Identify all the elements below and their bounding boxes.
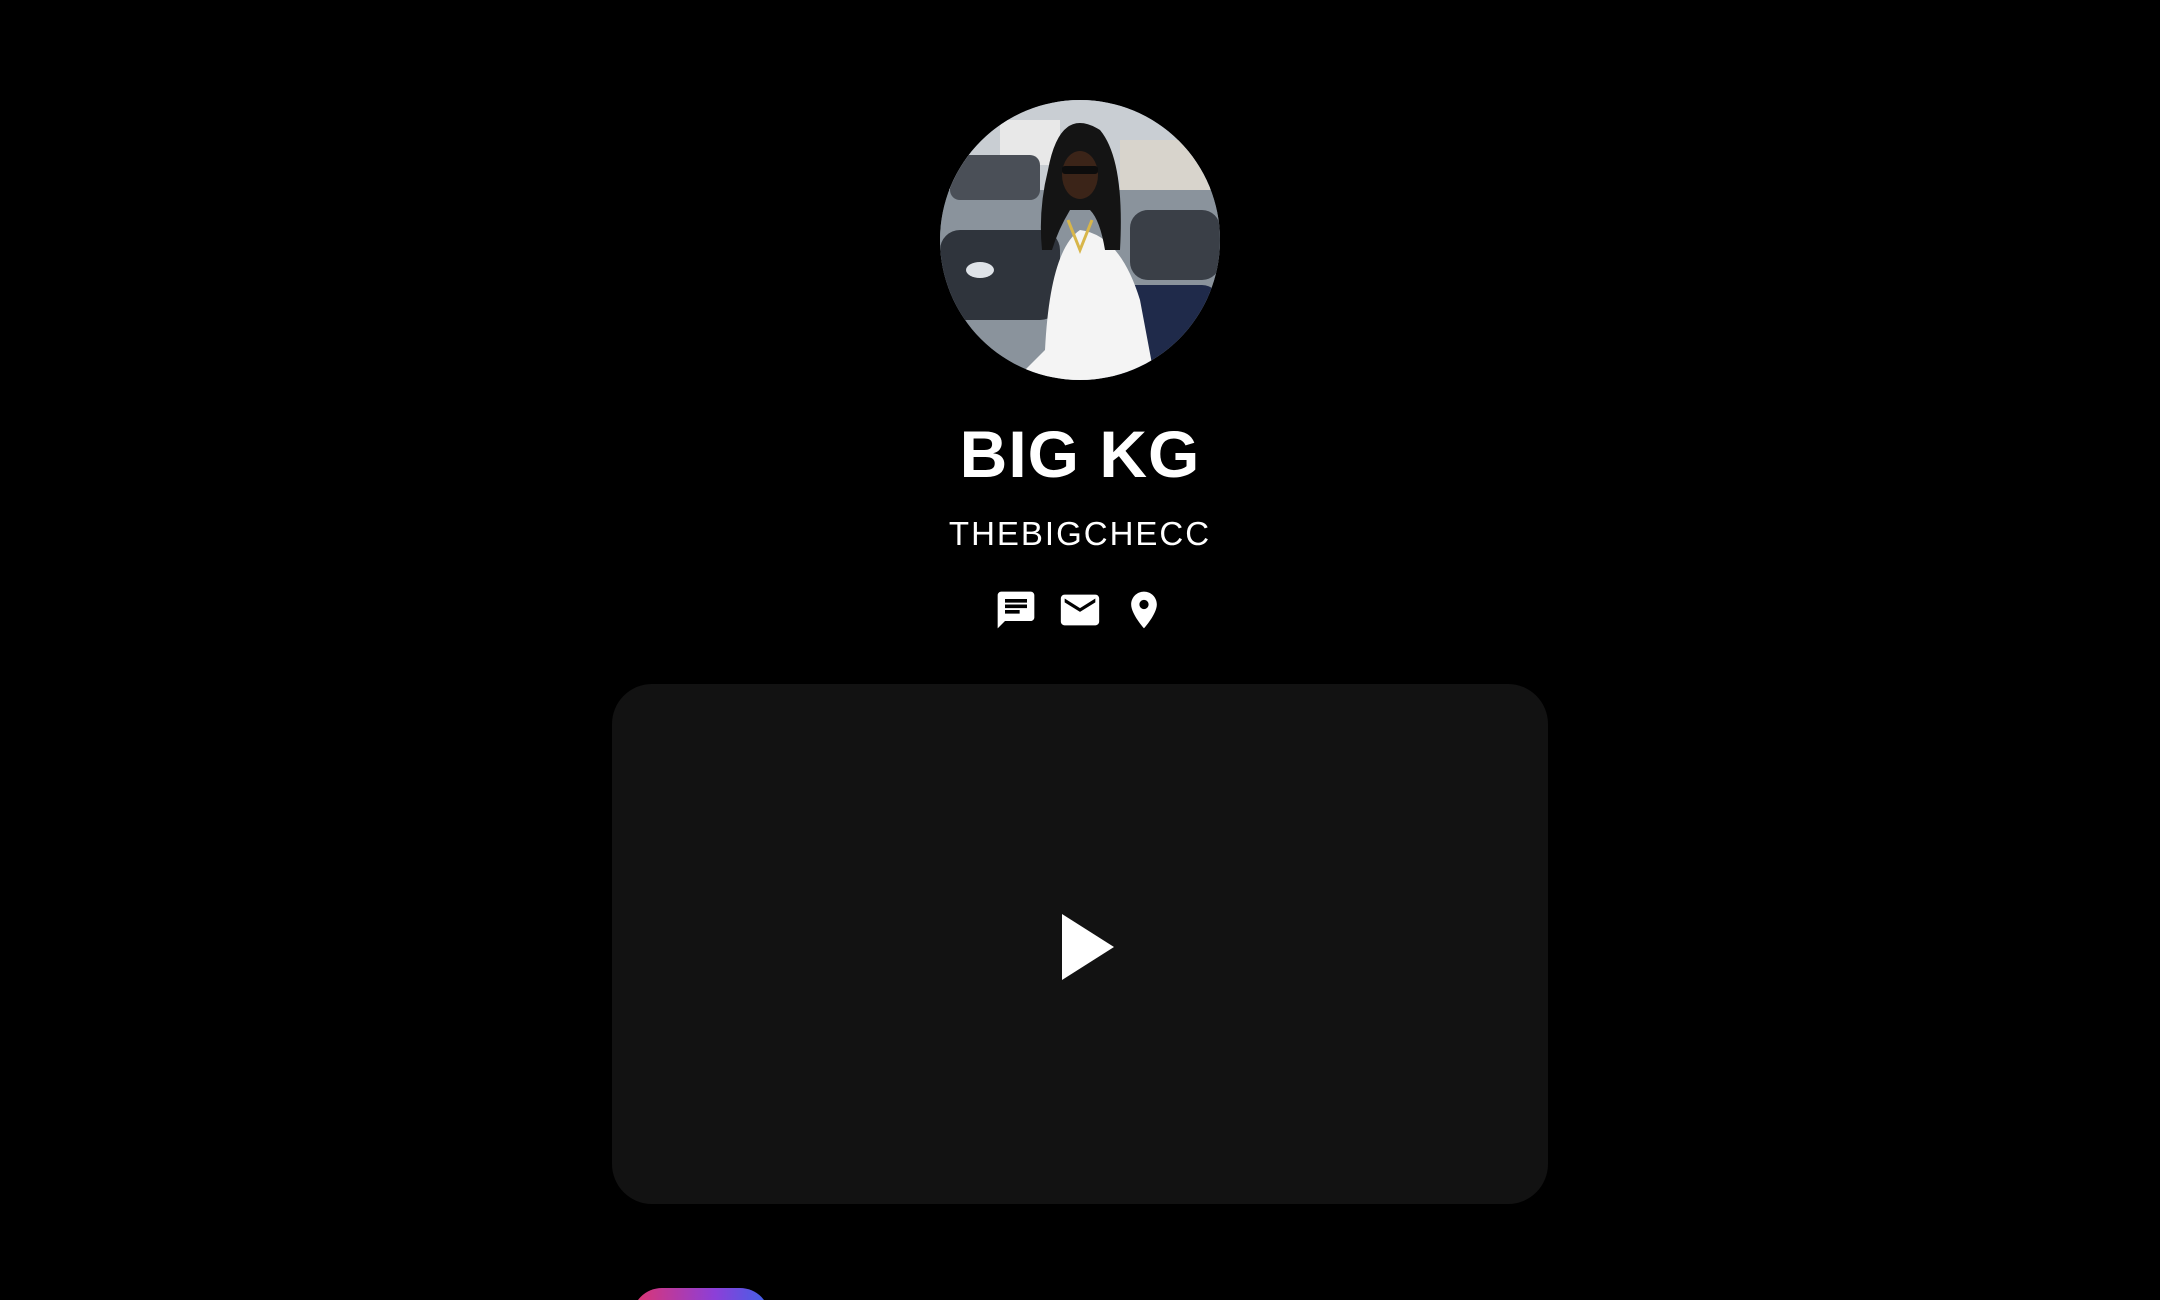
email-icon[interactable] bbox=[1054, 584, 1106, 636]
profile-page: BIG KG THEBIGCHECC bbox=[0, 0, 2160, 1300]
avatar bbox=[940, 100, 1220, 380]
display-name: BIG KG bbox=[959, 417, 1201, 491]
play-icon[interactable] bbox=[1058, 912, 1118, 982]
sms-icon[interactable] bbox=[990, 584, 1042, 636]
location-icon[interactable] bbox=[1118, 584, 1170, 636]
link-thumbnail[interactable] bbox=[632, 1288, 770, 1300]
username: THEBIGCHECC bbox=[948, 515, 1212, 552]
avatar-photo bbox=[940, 100, 1220, 380]
contact-icons bbox=[990, 584, 1170, 636]
